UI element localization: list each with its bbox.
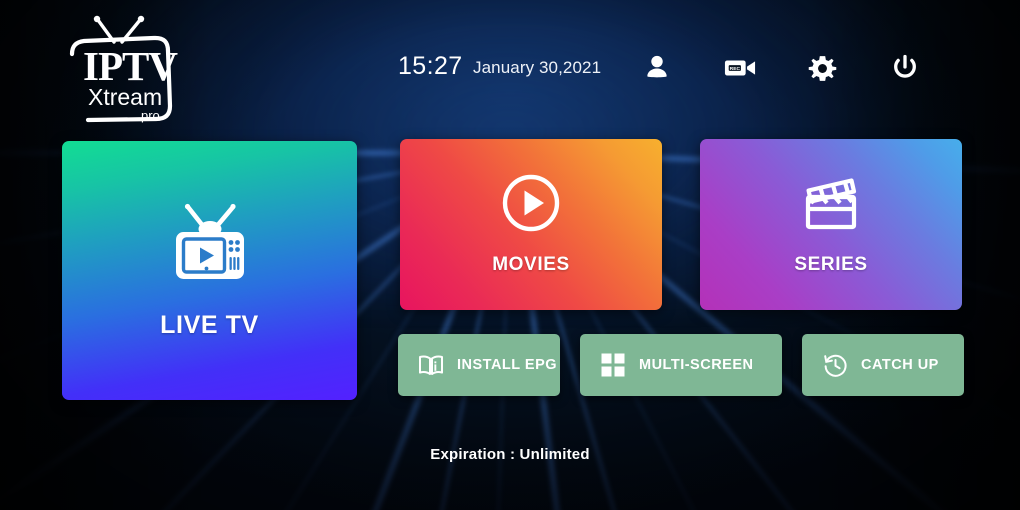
power-icon[interactable]: [884, 47, 926, 89]
multi-screen-label: MULTI-SCREEN: [639, 357, 754, 373]
iptv-home-screen: IPTV Xtream pro 15:27 January 30,2021 RE…: [0, 0, 1020, 510]
tile-series[interactable]: SERIES: [700, 139, 962, 310]
expiration-status: Expiration : Unlimited: [430, 446, 590, 463]
tile-label-live-tv: LIVE TV: [160, 310, 259, 339]
install-epg-button[interactable]: INSTALL EPG: [398, 334, 560, 396]
tile-live-tv[interactable]: LIVE TV: [62, 141, 357, 400]
rec-camera-icon[interactable]: REC: [719, 47, 761, 89]
svg-text:Xtream: Xtream: [88, 84, 162, 110]
multi-screen-button[interactable]: MULTI-SCREEN: [580, 334, 782, 396]
grid-four-icon: [600, 352, 626, 378]
app-logo: IPTV Xtream pro: [36, 10, 196, 128]
clock-date: January 30,2021: [473, 58, 602, 77]
clapperboard-icon: [800, 173, 862, 240]
tile-label-movies: MOVIES: [492, 254, 570, 275]
header-icon-bar: REC: [636, 46, 926, 90]
play-circle-icon: [501, 173, 561, 238]
book-info-icon: [418, 352, 444, 378]
tv-icon: [170, 202, 250, 289]
svg-text:REC: REC: [729, 66, 740, 72]
tile-movies[interactable]: MOVIES: [400, 139, 662, 310]
gear-icon[interactable]: [801, 47, 843, 89]
user-icon[interactable]: [636, 47, 678, 89]
svg-text:IPTV: IPTV: [83, 43, 178, 89]
catch-up-button[interactable]: CATCH UP: [802, 334, 964, 396]
svg-text:pro: pro: [141, 108, 160, 123]
history-clock-icon: [822, 352, 848, 378]
tile-label-series: SERIES: [794, 254, 868, 275]
install-epg-label: INSTALL EPG: [457, 357, 558, 373]
catch-up-label: CATCH UP: [861, 357, 939, 373]
clock-time: 15:27: [398, 52, 463, 80]
